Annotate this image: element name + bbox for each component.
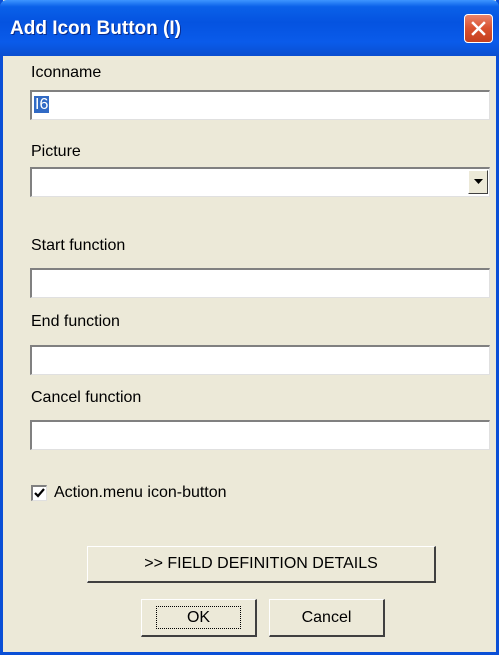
ok-button[interactable]: OK xyxy=(141,599,257,637)
action-menu-checkbox[interactable] xyxy=(31,485,47,501)
checkmark-icon xyxy=(34,488,45,498)
picture-dropdown-button[interactable] xyxy=(468,170,488,194)
field-definition-details-button[interactable]: >> FIELD DEFINITION DETAILS xyxy=(87,546,436,583)
start-function-label: Start function xyxy=(31,237,126,254)
close-icon xyxy=(471,21,486,36)
action-menu-label[interactable]: Action.menu icon-button xyxy=(54,484,227,502)
title-bar[interactable]: Add Icon Button (I) xyxy=(0,0,499,56)
close-button[interactable] xyxy=(464,14,493,43)
cancel-function-input[interactable] xyxy=(30,420,490,450)
picture-label: Picture xyxy=(31,143,81,160)
end-function-input[interactable] xyxy=(30,345,490,375)
ok-button-label: OK xyxy=(155,606,242,629)
cancel-button[interactable]: Cancel xyxy=(269,599,385,637)
iconname-value: I6 xyxy=(34,96,50,113)
iconname-label: Iconname xyxy=(31,64,102,81)
start-function-input[interactable] xyxy=(30,268,490,298)
add-icon-button-dialog: Add Icon Button (I) Iconname I6 Picture … xyxy=(0,0,499,655)
end-function-label: End function xyxy=(31,313,120,330)
chevron-down-icon xyxy=(474,179,483,184)
picture-select[interactable] xyxy=(30,167,490,197)
iconname-input[interactable]: I6 xyxy=(30,90,490,120)
cancel-function-label: Cancel function xyxy=(31,389,142,406)
dialog-title: Add Icon Button (I) xyxy=(10,18,181,39)
